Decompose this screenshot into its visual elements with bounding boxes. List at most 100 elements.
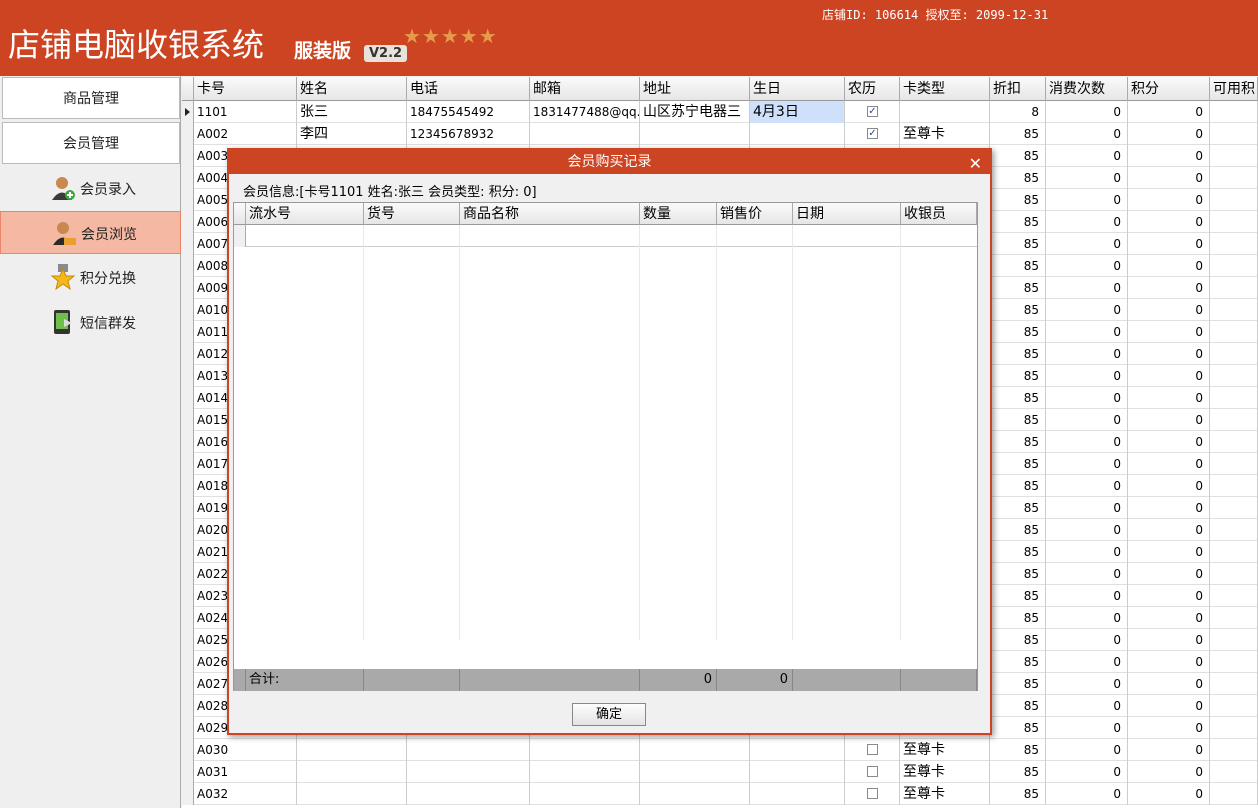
cell-count[interactable]: 0 xyxy=(1046,233,1128,255)
cell-address[interactable] xyxy=(640,123,750,145)
cell-available-points[interactable] xyxy=(1210,453,1258,475)
cell-points[interactable]: 0 xyxy=(1128,761,1210,783)
cell-points[interactable]: 0 xyxy=(1128,431,1210,453)
cell-available-points[interactable] xyxy=(1210,739,1258,761)
cell-name[interactable]: 张三 xyxy=(297,101,407,123)
cell-count[interactable]: 0 xyxy=(1046,519,1128,541)
cell-points[interactable]: 0 xyxy=(1128,343,1210,365)
table-row[interactable]: A031 至尊卡 85 0 0 xyxy=(182,761,1258,783)
table-row[interactable]: A030 至尊卡 85 0 0 xyxy=(182,739,1258,761)
lunar-checkbox-cell[interactable]: ✓ xyxy=(845,123,900,145)
cell-address[interactable] xyxy=(640,783,750,805)
cell-points[interactable]: 0 xyxy=(1128,255,1210,277)
cell-name[interactable] xyxy=(297,783,407,805)
row-selector[interactable] xyxy=(182,651,194,673)
column-header[interactable]: 地址 xyxy=(640,77,750,101)
lunar-checkbox[interactable] xyxy=(867,788,878,799)
cell-available-points[interactable] xyxy=(1210,211,1258,233)
cell-count[interactable]: 0 xyxy=(1046,541,1128,563)
cell-points[interactable]: 0 xyxy=(1128,673,1210,695)
row-selector[interactable] xyxy=(182,431,194,453)
cell-count[interactable]: 0 xyxy=(1046,101,1128,123)
column-header[interactable]: 可用积 xyxy=(1210,77,1258,101)
lunar-checkbox-cell[interactable]: ✓ xyxy=(845,101,900,123)
column-header[interactable]: 日期 xyxy=(793,203,901,225)
cell-count[interactable]: 0 xyxy=(1046,783,1128,805)
cell-count[interactable]: 0 xyxy=(1046,673,1128,695)
cell-card[interactable]: 1101 xyxy=(194,101,297,123)
cell-count[interactable]: 0 xyxy=(1046,475,1128,497)
cell-count[interactable]: 0 xyxy=(1046,431,1128,453)
row-selector[interactable] xyxy=(182,541,194,563)
cell-discount[interactable]: 85 xyxy=(990,189,1046,211)
cell-discount[interactable]: 85 xyxy=(990,475,1046,497)
empty-new-row[interactable] xyxy=(234,225,977,247)
row-selector[interactable] xyxy=(182,695,194,717)
cell-points[interactable]: 0 xyxy=(1128,189,1210,211)
cell-count[interactable]: 0 xyxy=(1046,717,1128,739)
cell-available-points[interactable] xyxy=(1210,717,1258,739)
cell-points[interactable]: 0 xyxy=(1128,101,1210,123)
row-selector[interactable] xyxy=(182,783,194,805)
cell-count[interactable]: 0 xyxy=(1046,365,1128,387)
cell-points[interactable]: 0 xyxy=(1128,563,1210,585)
cell-points[interactable]: 0 xyxy=(1128,783,1210,805)
cell-available-points[interactable] xyxy=(1210,497,1258,519)
cell-card[interactable]: A031 xyxy=(194,761,297,783)
cell-count[interactable]: 0 xyxy=(1046,761,1128,783)
row-selector[interactable] xyxy=(182,145,194,167)
row-selector[interactable] xyxy=(182,453,194,475)
row-selector[interactable] xyxy=(182,255,194,277)
cell-count[interactable]: 0 xyxy=(1046,189,1128,211)
sidebar-group-goods[interactable]: 商品管理 xyxy=(2,77,180,119)
cell-count[interactable]: 0 xyxy=(1046,607,1128,629)
column-header[interactable]: 商品名称 xyxy=(460,203,640,225)
column-header[interactable]: 积分 xyxy=(1128,77,1210,101)
cell-discount[interactable]: 85 xyxy=(990,629,1046,651)
cell-points[interactable]: 0 xyxy=(1128,651,1210,673)
cell-points[interactable]: 0 xyxy=(1128,629,1210,651)
row-selector[interactable] xyxy=(182,475,194,497)
row-selector[interactable] xyxy=(182,607,194,629)
cell-available-points[interactable] xyxy=(1210,629,1258,651)
row-selector[interactable] xyxy=(182,321,194,343)
row-selector[interactable] xyxy=(182,761,194,783)
cell-discount[interactable]: 85 xyxy=(990,387,1046,409)
cell-email[interactable] xyxy=(530,761,640,783)
column-header[interactable]: 折扣 xyxy=(990,77,1046,101)
cell-points[interactable]: 0 xyxy=(1128,585,1210,607)
table-row[interactable]: A032 至尊卡 85 0 0 xyxy=(182,783,1258,805)
cell-points[interactable]: 0 xyxy=(1128,497,1210,519)
lunar-checkbox[interactable]: ✓ xyxy=(867,106,878,117)
cell-points[interactable]: 0 xyxy=(1128,409,1210,431)
cell-available-points[interactable] xyxy=(1210,365,1258,387)
column-header[interactable]: 销售价 xyxy=(717,203,793,225)
cell-birthday[interactable]: 4月3日 xyxy=(750,101,845,123)
cell-available-points[interactable] xyxy=(1210,431,1258,453)
lunar-checkbox[interactable]: ✓ xyxy=(867,128,878,139)
cell-available-points[interactable] xyxy=(1210,145,1258,167)
sidebar-item-points-exchange[interactable]: 积分兑换 xyxy=(0,256,181,299)
cell-count[interactable]: 0 xyxy=(1046,629,1128,651)
cell-name[interactable] xyxy=(297,761,407,783)
column-header[interactable]: 卡类型 xyxy=(900,77,990,101)
row-selector[interactable] xyxy=(182,497,194,519)
row-selector[interactable] xyxy=(182,233,194,255)
cell-count[interactable]: 0 xyxy=(1046,563,1128,585)
cell-count[interactable]: 0 xyxy=(1046,739,1128,761)
cell-available-points[interactable] xyxy=(1210,519,1258,541)
row-selector[interactable] xyxy=(182,673,194,695)
cell-discount[interactable]: 85 xyxy=(990,255,1046,277)
cell-count[interactable]: 0 xyxy=(1046,453,1128,475)
cell-count[interactable]: 0 xyxy=(1046,123,1128,145)
cell-type[interactable] xyxy=(900,101,990,123)
cell-discount[interactable]: 85 xyxy=(990,277,1046,299)
cell-discount[interactable]: 85 xyxy=(990,519,1046,541)
cell-discount[interactable]: 85 xyxy=(990,651,1046,673)
cell-points[interactable]: 0 xyxy=(1128,541,1210,563)
cell-count[interactable]: 0 xyxy=(1046,343,1128,365)
row-selector[interactable] xyxy=(182,211,194,233)
cell-phone[interactable] xyxy=(407,761,530,783)
cell-available-points[interactable] xyxy=(1210,299,1258,321)
cell-discount[interactable]: 85 xyxy=(990,585,1046,607)
